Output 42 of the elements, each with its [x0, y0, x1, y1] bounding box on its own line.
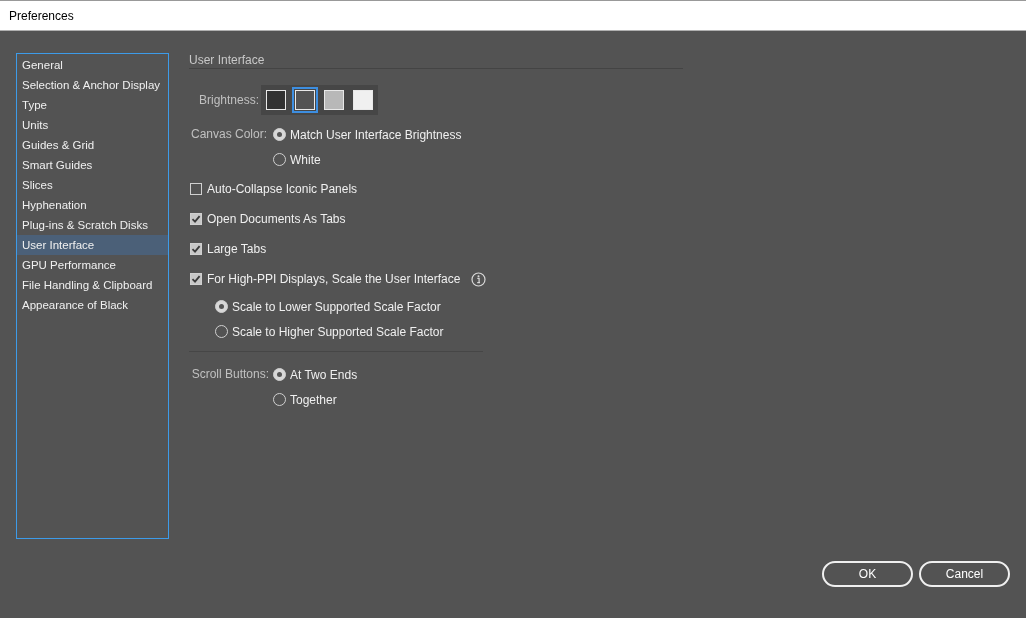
checkbox-label: Large Tabs: [207, 242, 267, 256]
radio-label: Scale to Lower Supported Scale Factor: [232, 299, 441, 314]
category-item[interactable]: GPU Performance: [17, 255, 168, 275]
category-item[interactable]: Units: [17, 115, 168, 135]
category-item[interactable]: User Interface: [17, 235, 168, 255]
radio-label: At Two Ends: [290, 367, 358, 382]
section-title: User Interface: [189, 53, 265, 67]
category-item[interactable]: Type: [17, 95, 168, 115]
radio-button[interactable]: [273, 368, 286, 381]
radio-button[interactable]: [215, 300, 228, 313]
ok-button[interactable]: OK: [822, 561, 913, 587]
checkbox-label: Open Documents As Tabs: [207, 212, 346, 226]
category-item[interactable]: Plug-ins & Scratch Disks: [17, 215, 168, 235]
brightness-swatch[interactable]: [292, 87, 318, 113]
cancel-button[interactable]: Cancel: [919, 561, 1010, 587]
radio-label: White: [290, 152, 321, 167]
checkbox-label: Auto-Collapse Iconic Panels: [207, 182, 358, 196]
brightness-swatch[interactable]: [350, 87, 376, 113]
radio-label: Match User Interface Brightness: [290, 127, 462, 142]
category-item[interactable]: Guides & Grid: [17, 135, 168, 155]
category-item[interactable]: General: [17, 55, 168, 75]
category-item[interactable]: Hyphenation: [17, 195, 168, 215]
checkbox[interactable]: [190, 273, 202, 285]
canvas-color-label: Canvas Color:: [189, 126, 268, 143]
brightness-label: Brightness:: [197, 92, 260, 109]
category-item[interactable]: Slices: [17, 175, 168, 195]
category-item[interactable]: Selection & Anchor Display: [17, 75, 168, 95]
checkbox[interactable]: [190, 183, 202, 195]
checkbox-label: For High-PPI Displays, Scale the User Interface: [207, 272, 461, 286]
category-item[interactable]: Smart Guides: [17, 155, 168, 175]
category-item[interactable]: Appearance of Black: [17, 295, 168, 315]
info-icon[interactable]: [471, 271, 487, 287]
radio-label: Together: [290, 392, 337, 407]
radio-button[interactable]: [273, 128, 286, 141]
scroll-buttons-label: Scroll Buttons:: [190, 366, 270, 383]
checkbox[interactable]: [190, 243, 202, 255]
brightness-swatch[interactable]: [321, 87, 347, 113]
radio-label: Scale to Higher Supported Scale Factor: [232, 324, 444, 339]
category-item[interactable]: File Handling & Clipboard: [17, 275, 168, 295]
brightness-swatch[interactable]: [263, 87, 289, 113]
window-title: Preferences: [9, 8, 74, 23]
checkbox[interactable]: [190, 213, 202, 225]
